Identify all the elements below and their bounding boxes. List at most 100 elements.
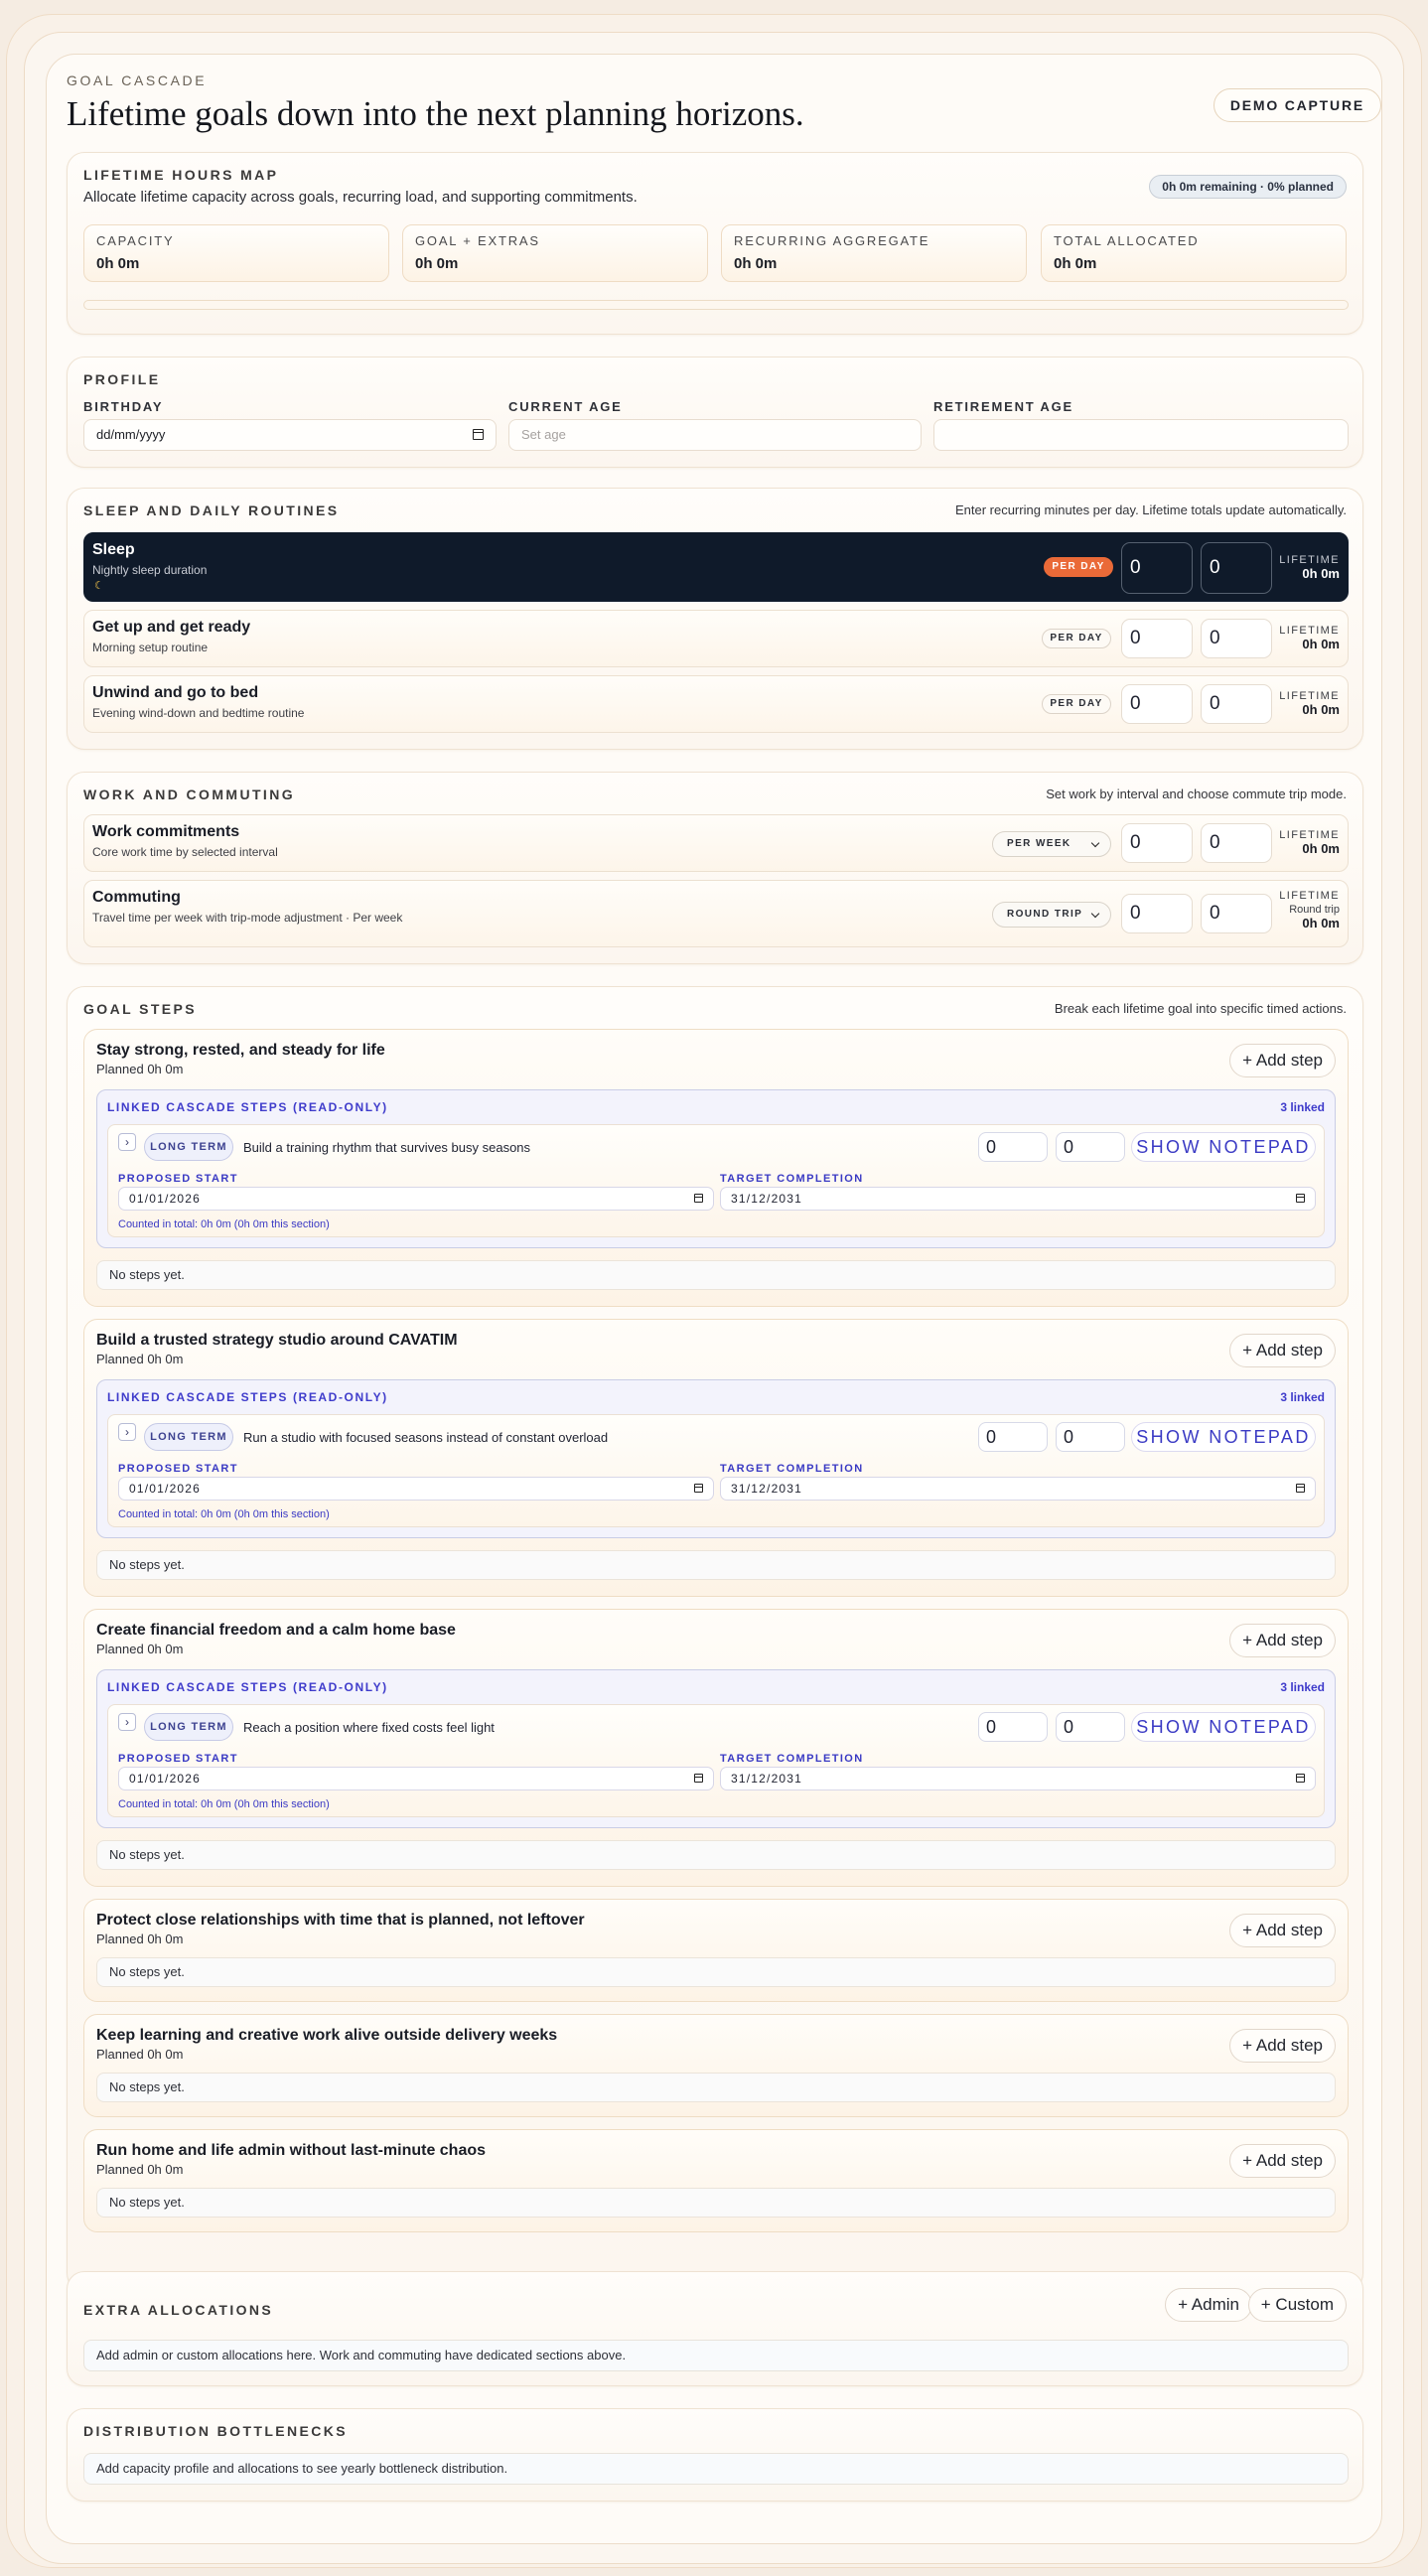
add-step-button[interactable]: + Add step (1229, 2144, 1336, 2178)
hours-input[interactable]: 0 (1121, 894, 1193, 933)
goal-steps-card: GOAL STEPS Break each lifetime goal into… (67, 986, 1363, 2291)
calendar-icon[interactable] (1295, 1774, 1305, 1783)
work-interval-select[interactable]: PER WEEK (992, 831, 1111, 857)
calendar-icon[interactable] (1295, 1484, 1305, 1493)
stat-recurring: RECURRING AGGREGATE 0h 0m (721, 224, 1027, 282)
linked-cascade-steps: LINKED CASCADE STEPS (READ-ONLY) 3 linke… (96, 1379, 1336, 1538)
minutes-input[interactable]: 0 (1056, 1712, 1125, 1742)
linked-step: › LONG TERM Run a studio with focused se… (107, 1414, 1325, 1527)
linked-cascade-steps: LINKED CASCADE STEPS (READ-ONLY) 3 linke… (96, 1089, 1336, 1248)
goal-planned: Planned 0h 0m (96, 1932, 184, 1946)
add-admin-button[interactable]: + Admin (1165, 2288, 1252, 2322)
target-date-field[interactable]: 31/12/2031 (720, 1187, 1316, 1211)
show-notepad-button[interactable]: SHOW NOTEPAD (1131, 1422, 1316, 1452)
goal-title: Stay strong, rested, and steady for life (96, 1042, 385, 1059)
retirement-age-field[interactable] (933, 419, 1349, 451)
routine-row-get-up: Get up and get ready Morning setup routi… (83, 610, 1349, 667)
goal-planned: Planned 0h 0m (96, 2162, 184, 2177)
minutes-input[interactable]: 0 (1056, 1422, 1125, 1452)
trip-mode-select[interactable]: ROUND TRIP (992, 902, 1111, 928)
goal-cascade-panel: GOAL CASCADE Lifetime goals down into th… (46, 54, 1382, 2544)
empty-steps: No steps yet. (96, 2188, 1336, 2218)
target-date-field[interactable]: 31/12/2031 (720, 1767, 1316, 1790)
lifetime-value: 0h 0m (1302, 702, 1340, 717)
chevron-right-icon[interactable]: › (118, 1423, 136, 1441)
extra-allocations-card: EXTRA ALLOCATIONS + Admin + Custom Add a… (67, 2271, 1363, 2386)
start-label: PROPOSED START (118, 1173, 238, 1185)
start-date-field[interactable]: 01/01/2026 (118, 1767, 714, 1790)
routine-desc: Nightly sleep duration (92, 563, 208, 577)
target-label: TARGET COMPLETION (720, 1463, 864, 1475)
start-date-field[interactable]: 01/01/2026 (118, 1187, 714, 1211)
goal-card: Create financial freedom and a calm home… (83, 1609, 1349, 1887)
empty-steps: No steps yet. (96, 1840, 1336, 1870)
goal-planned: Planned 0h 0m (96, 1642, 184, 1656)
add-step-button[interactable]: + Add step (1229, 1044, 1336, 1077)
chevron-right-icon[interactable]: › (118, 1133, 136, 1151)
demo-capture-button[interactable]: DEMO CAPTURE (1213, 88, 1381, 122)
start-label: PROPOSED START (118, 1753, 238, 1765)
minutes-input[interactable]: 0 (1056, 1132, 1125, 1162)
stat-goal-extras: GOAL + EXTRAS 0h 0m (402, 224, 708, 282)
linked-count: 3 linked (1280, 1390, 1325, 1404)
hours-input[interactable]: 0 (1121, 542, 1193, 594)
counted-total: Counted in total: 0h 0m (0h 0m this sect… (118, 1508, 330, 1520)
goal-planned: Planned 0h 0m (96, 1062, 184, 1076)
target-date-value: 31/12/2031 (731, 1482, 803, 1496)
show-notepad-button[interactable]: SHOW NOTEPAD (1131, 1132, 1316, 1162)
start-date-value: 01/01/2026 (129, 1482, 202, 1496)
stat-label: RECURRING AGGREGATE (734, 233, 930, 248)
linked-count: 3 linked (1280, 1680, 1325, 1694)
row-title: Work commitments (92, 823, 240, 840)
lifetime-total: LIFETIME 0h 0m (1279, 553, 1340, 581)
show-notepad-button[interactable]: SHOW NOTEPAD (1131, 1712, 1316, 1742)
linked-step: › LONG TERM Reach a position where fixed… (107, 1704, 1325, 1817)
hours-input[interactable]: 0 (1121, 823, 1193, 863)
calendar-icon[interactable] (693, 1484, 703, 1493)
sleep-routines-card: SLEEP AND DAILY ROUTINES Enter recurring… (67, 488, 1363, 750)
extra-allocations-message: Add admin or custom allocations here. Wo… (83, 2340, 1349, 2371)
birthday-field[interactable]: dd/mm/yyyy (83, 419, 497, 451)
target-date-field[interactable]: 31/12/2031 (720, 1477, 1316, 1501)
goal-card: Stay strong, rested, and steady for life… (83, 1029, 1349, 1307)
calendar-icon[interactable] (693, 1774, 703, 1783)
interval-badge: PER DAY (1044, 557, 1113, 577)
bottlenecks-card: DISTRIBUTION BOTTLENECKS Add capacity pr… (67, 2408, 1363, 2502)
add-step-button[interactable]: + Add step (1229, 1914, 1336, 1947)
hours-input[interactable]: 0 (978, 1712, 1048, 1742)
routine-row-sleep: Sleep Nightly sleep duration ☾ PER DAY 0… (83, 532, 1349, 602)
section-note: Enter recurring minutes per day. Lifetim… (954, 502, 1347, 517)
goal-title: Create financial freedom and a calm home… (96, 1622, 456, 1639)
minutes-input[interactable]: 0 (1201, 619, 1272, 658)
chevron-right-icon[interactable]: › (118, 1713, 136, 1731)
routine-title: Unwind and go to bed (92, 684, 259, 701)
add-step-button[interactable]: + Add step (1229, 1334, 1336, 1367)
minutes-input[interactable]: 0 (1201, 542, 1272, 594)
lifetime-value: 0h 0m (1302, 916, 1340, 930)
calendar-icon[interactable] (1295, 1194, 1305, 1203)
current-age-field[interactable]: Set age (508, 419, 922, 451)
hours-input[interactable]: 0 (978, 1132, 1048, 1162)
work-commuting-card: WORK AND COMMUTING Set work by interval … (67, 772, 1363, 964)
start-date-field[interactable]: 01/01/2026 (118, 1477, 714, 1501)
stat-label: TOTAL ALLOCATED (1054, 233, 1200, 248)
bottlenecks-message: Add capacity profile and allocations to … (83, 2453, 1349, 2485)
stat-value: 0h 0m (96, 255, 140, 272)
linked-step-text: Run a studio with focused seasons instea… (243, 1430, 609, 1445)
target-label: TARGET COMPLETION (720, 1753, 864, 1765)
hours-input[interactable]: 0 (1121, 619, 1193, 658)
hours-input[interactable]: 0 (978, 1422, 1048, 1452)
add-custom-button[interactable]: + Custom (1247, 2288, 1347, 2322)
routine-desc: Morning setup routine (92, 641, 209, 654)
eyebrow: GOAL CASCADE (67, 72, 208, 88)
hours-input[interactable]: 0 (1121, 684, 1193, 724)
calendar-icon[interactable] (693, 1194, 703, 1203)
minutes-input[interactable]: 0 (1201, 684, 1272, 724)
minutes-input[interactable]: 0 (1201, 894, 1272, 933)
add-step-button[interactable]: + Add step (1229, 1624, 1336, 1657)
birthday-label: BIRTHDAY (83, 399, 164, 414)
calendar-icon[interactable] (472, 429, 484, 440)
stat-label: CAPACITY (96, 233, 175, 248)
minutes-input[interactable]: 0 (1201, 823, 1272, 863)
add-step-button[interactable]: + Add step (1229, 2029, 1336, 2063)
